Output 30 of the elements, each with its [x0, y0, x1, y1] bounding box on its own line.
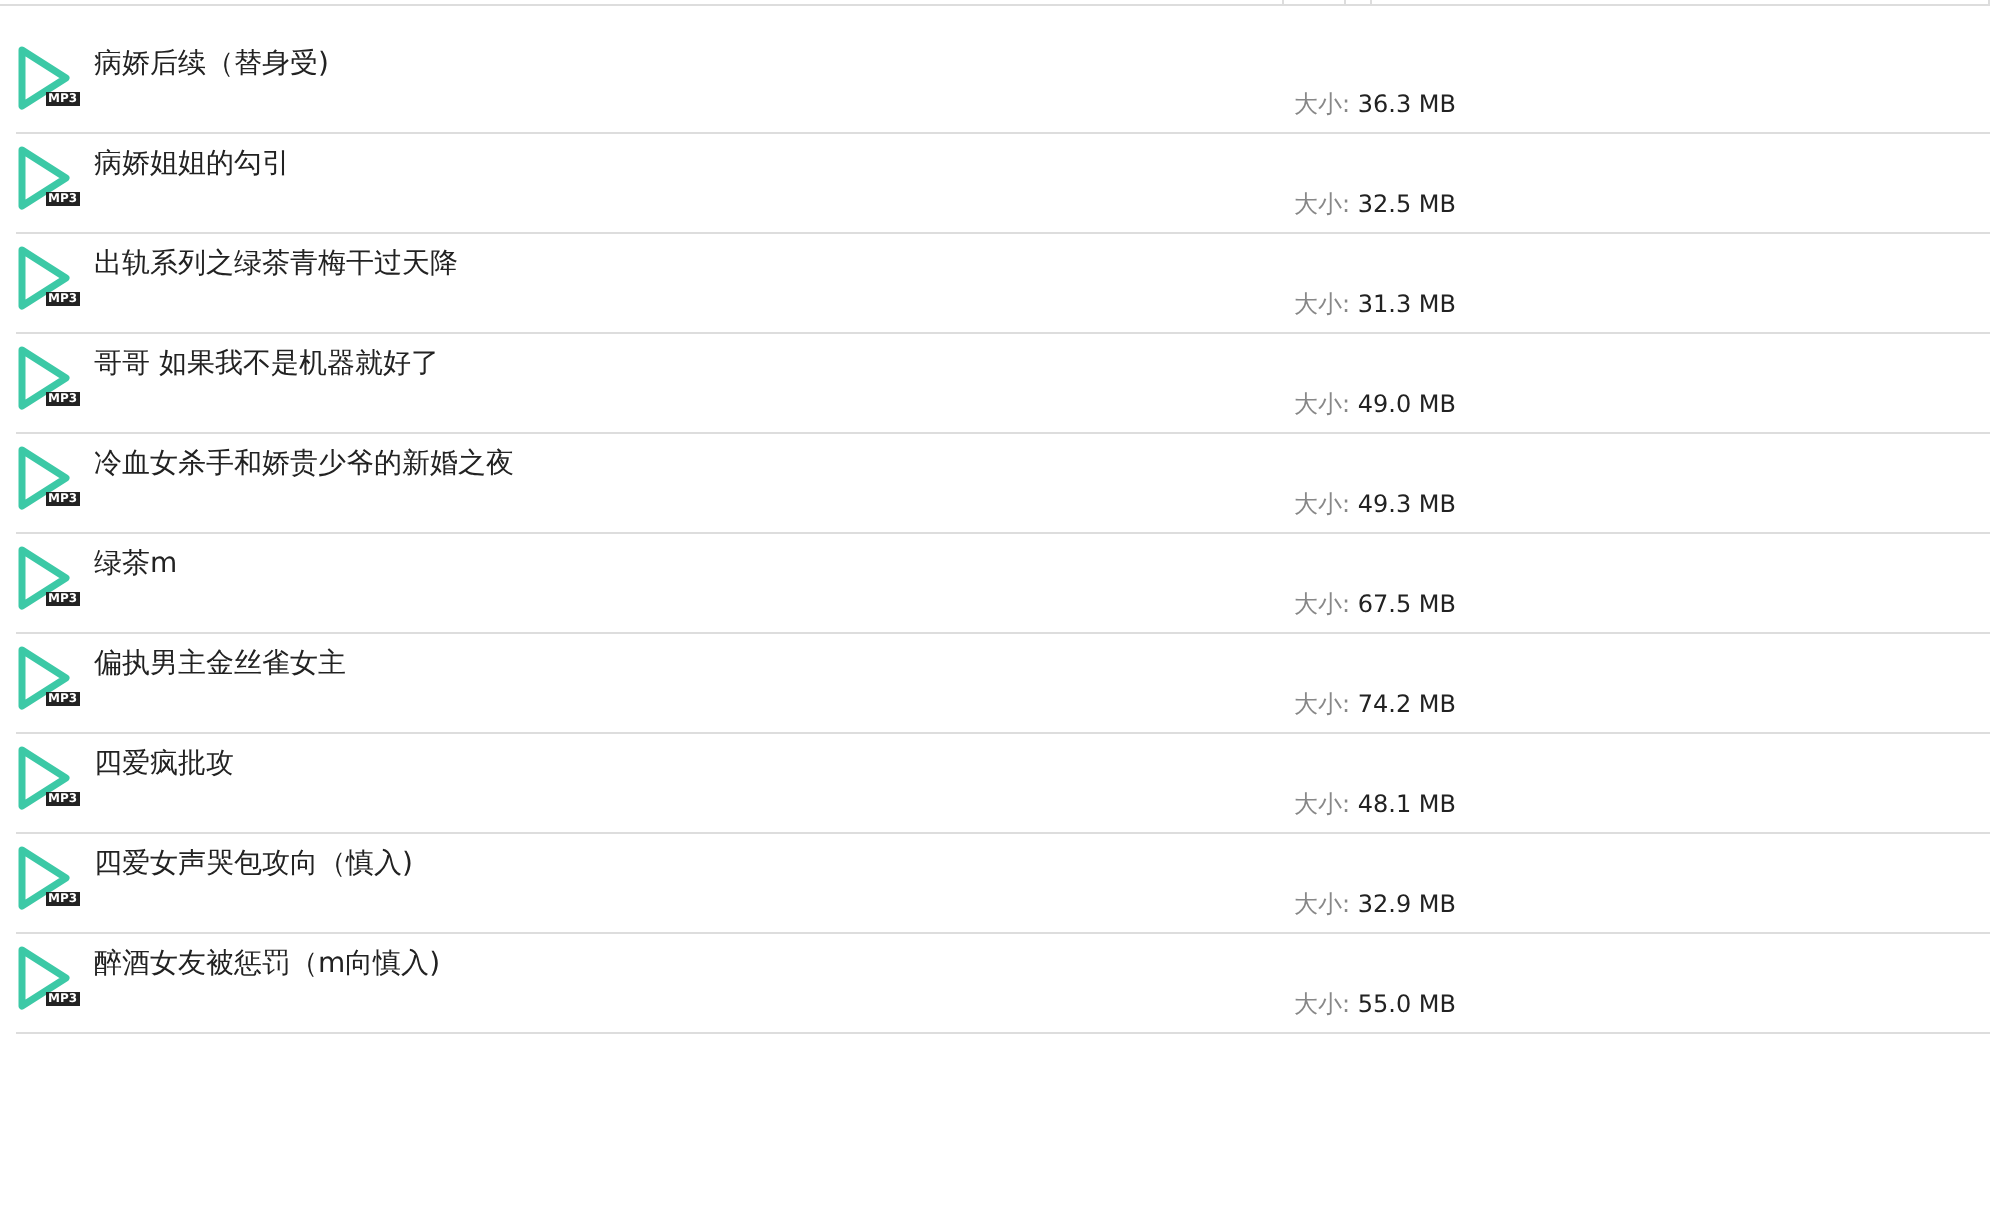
file-size: 大小: 49.0 MB	[1294, 388, 1456, 422]
file-size: 大小: 67.5 MB	[1294, 588, 1456, 622]
file-size: 大小: 48.1 MB	[1294, 788, 1456, 822]
file-size: 大小: 31.3 MB	[1294, 288, 1456, 322]
file-size: 大小: 49.3 MB	[1294, 488, 1456, 522]
play-icon	[16, 944, 72, 1012]
file-name[interactable]: 绿茶m	[94, 546, 178, 582]
file-size: 大小: 55.0 MB	[1294, 988, 1456, 1022]
play-icon	[16, 444, 72, 512]
file-name[interactable]: 出轨系列之绿茶青梅干过天降	[94, 246, 458, 282]
file-name[interactable]: 四爱疯批攻	[94, 746, 234, 782]
file-size: 大小: 36.3 MB	[1294, 88, 1456, 122]
play-icon	[16, 844, 72, 912]
file-name[interactable]: 病娇后续（替身受)	[94, 46, 329, 82]
file-name[interactable]: 病娇姐姐的勾引	[94, 146, 290, 182]
file-name[interactable]: 醉酒女友被惩罚（m向慎入)	[94, 946, 441, 982]
play-icon	[16, 344, 72, 412]
file-name[interactable]: 哥哥 如果我不是机器就好了	[94, 346, 439, 382]
file-name[interactable]: 四爱女声哭包攻向（慎入)	[94, 846, 413, 882]
file-size: 大小: 32.9 MB	[1294, 888, 1456, 922]
file-size: 大小: 32.5 MB	[1294, 188, 1456, 222]
file-size: 大小: 74.2 MB	[1294, 688, 1456, 722]
play-icon	[16, 644, 72, 712]
file-name[interactable]: 冷血女杀手和娇贵少爷的新婚之夜	[94, 446, 514, 482]
play-icon	[16, 144, 72, 212]
play-icon	[16, 244, 72, 312]
play-icon	[16, 44, 72, 112]
file-name[interactable]: 偏执男主金丝雀女主	[94, 646, 346, 682]
play-icon	[16, 744, 72, 812]
play-icon	[16, 544, 72, 612]
